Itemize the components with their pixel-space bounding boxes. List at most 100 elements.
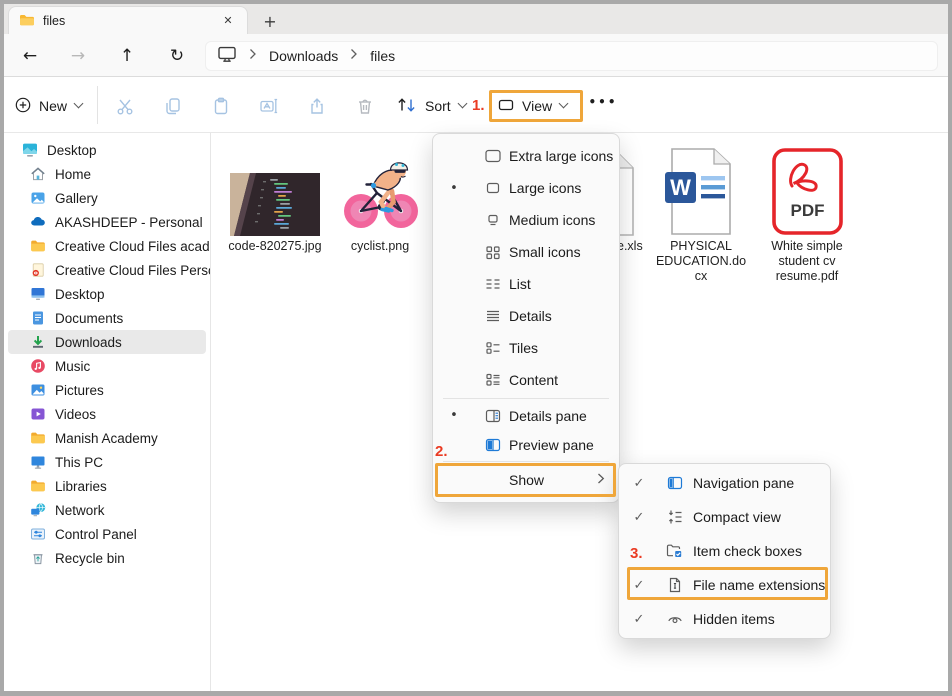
medium-icons-icon	[484, 211, 502, 229]
desktop-icon	[22, 142, 38, 158]
toolbar-divider	[97, 86, 98, 124]
pictures-icon	[30, 382, 46, 398]
sidebar-item-desktop-pinned[interactable]: Desktop	[4, 138, 210, 162]
sidebar-item-manish-academy[interactable]: Manish Academy	[4, 426, 210, 450]
breadcrumb-downloads[interactable]: Downloads	[269, 48, 338, 64]
back-button[interactable]: ←	[18, 44, 42, 68]
sidebar-item-pictures[interactable]: Pictures	[4, 378, 210, 402]
sort-button[interactable]: Sort	[396, 90, 467, 122]
menu-item-large-icons[interactable]: • Large icons	[433, 172, 619, 204]
submenu-item-hidden-items[interactable]: ✓ Hidden items	[619, 602, 830, 636]
file-explorer-window: files ✕ + ← → ↑ ↻ Downloads files New So…	[0, 0, 952, 696]
content-view-icon	[484, 371, 502, 389]
breadcrumb-files[interactable]: files	[370, 48, 395, 64]
menu-item-extra-large-icons[interactable]: Extra large icons	[433, 140, 619, 172]
sidebar-item-creative-cloud-files-personal[interactable]: Creative Cloud Files Personal	[4, 258, 210, 282]
sidebar-item-desktop[interactable]: Desktop	[4, 282, 210, 306]
file-name-code-jpg[interactable]: code-820275.jpg	[225, 239, 325, 254]
paste-icon[interactable]	[211, 96, 231, 116]
annotation-step-2: 2.	[435, 443, 448, 460]
menu-item-content[interactable]: Content	[433, 364, 619, 396]
large-icons-icon	[484, 179, 502, 197]
gallery-icon	[30, 190, 46, 206]
address-bar[interactable]: Downloads files	[205, 41, 938, 71]
recycle-bin-icon	[30, 550, 46, 566]
new-tab-button[interactable]: +	[258, 10, 282, 32]
sidebar-item-recycle-bin[interactable]: Recycle bin	[4, 546, 210, 570]
submenu-item-item-check-boxes[interactable]: Item check boxes	[619, 534, 830, 568]
compact-view-icon	[666, 508, 684, 526]
copy-icon[interactable]	[163, 96, 183, 116]
this-pc-icon	[30, 454, 46, 470]
menu-item-small-icons[interactable]: Small icons	[433, 236, 619, 268]
forward-button[interactable]: →	[66, 44, 90, 68]
window-border-bottom	[0, 691, 952, 696]
submenu-item-navigation-pane[interactable]: ✓ Navigation pane	[619, 466, 830, 500]
svg-text:W: W	[670, 175, 691, 200]
view-button[interactable]: View	[497, 90, 568, 122]
svg-text:PDF: PDF	[791, 201, 825, 220]
submenu-item-file-name-extensions[interactable]: ✓ File name extensions	[619, 568, 830, 602]
see-more-button[interactable]: •••	[588, 95, 618, 109]
menu-separator	[443, 398, 609, 399]
view-menu: Extra large icons • Large icons Medium i…	[432, 133, 620, 503]
sidebar-item-downloads[interactable]: Downloads	[8, 330, 206, 354]
selected-bullet: •	[450, 408, 458, 423]
menu-item-show[interactable]: Show	[433, 464, 619, 496]
file-name-cyclist-png[interactable]: cyclist.png	[330, 239, 430, 254]
folder-icon	[30, 478, 46, 494]
cut-icon[interactable]	[115, 96, 135, 116]
sort-button-label: Sort	[425, 98, 451, 114]
refresh-button[interactable]: ↻	[165, 44, 189, 68]
checkmark-icon: ✓	[633, 475, 645, 491]
menu-item-preview-pane[interactable]: Preview pane	[433, 430, 619, 459]
menu-item-details-pane[interactable]: • Details pane	[433, 401, 619, 430]
menu-separator	[443, 461, 609, 462]
file-thumbnail-cyclist-png[interactable]	[337, 145, 424, 240]
menu-item-details[interactable]: Details	[433, 300, 619, 332]
sidebar-item-this-pc[interactable]: This PC	[4, 450, 210, 474]
breadcrumb-chevron-icon	[249, 47, 257, 65]
extra-large-icons-icon	[484, 147, 502, 165]
tab-files[interactable]: files ✕	[8, 6, 248, 34]
sidebar-item-control-panel[interactable]: Control Panel	[4, 522, 210, 546]
new-button[interactable]: New	[14, 90, 83, 122]
sidebar-item-network[interactable]: Network	[4, 498, 210, 522]
folder-icon	[30, 430, 46, 446]
file-name-xls[interactable]: e.xls	[617, 239, 677, 254]
sidebar-item-creative-cloud-files[interactable]: Creative Cloud Files academ	[4, 234, 210, 258]
delete-icon[interactable]	[355, 96, 375, 116]
sidebar-item-home[interactable]: Home	[4, 162, 210, 186]
sidebar-item-documents[interactable]: Documents	[4, 306, 210, 330]
tab-title: files	[43, 13, 66, 28]
menu-item-list[interactable]: List	[433, 268, 619, 300]
sort-arrows-icon	[396, 96, 418, 117]
annotation-step-3: 3.	[630, 545, 643, 562]
file-thumbnail-code-jpg[interactable]	[230, 173, 320, 241]
chevron-down-icon	[74, 100, 83, 109]
window-border-right	[948, 0, 952, 696]
sidebar-item-libraries[interactable]: Libraries	[4, 474, 210, 498]
sidebar-item-music[interactable]: Music	[4, 354, 210, 378]
tiles-view-icon	[484, 339, 502, 357]
folder-icon	[30, 238, 46, 254]
up-button[interactable]: ↑	[115, 44, 139, 68]
sidebar-item-onedrive-personal[interactable]: AKASHDEEP - Personal	[4, 210, 210, 234]
menu-item-tiles[interactable]: Tiles	[433, 332, 619, 364]
creative-cloud-folder-icon	[30, 262, 46, 278]
file-icon-word-doc[interactable]: W	[664, 148, 734, 240]
downloads-icon	[30, 334, 46, 350]
rename-icon[interactable]	[259, 96, 279, 116]
file-name-pdf[interactable]: White simple student cv resume.pdf	[761, 239, 853, 284]
submenu-item-compact-view[interactable]: ✓ Compact view	[619, 500, 830, 534]
share-icon[interactable]	[307, 96, 327, 116]
sidebar-item-videos[interactable]: Videos	[4, 402, 210, 426]
sidebar-divider	[210, 133, 211, 691]
list-view-icon	[484, 275, 502, 293]
view-button-label: View	[522, 98, 553, 114]
new-button-label: New	[39, 98, 68, 114]
tab-close-icon[interactable]: ✕	[219, 12, 237, 30]
file-icon-pdf[interactable]: PDF	[772, 148, 843, 240]
sidebar-item-gallery[interactable]: Gallery	[4, 186, 210, 210]
menu-item-medium-icons[interactable]: Medium icons	[433, 204, 619, 236]
